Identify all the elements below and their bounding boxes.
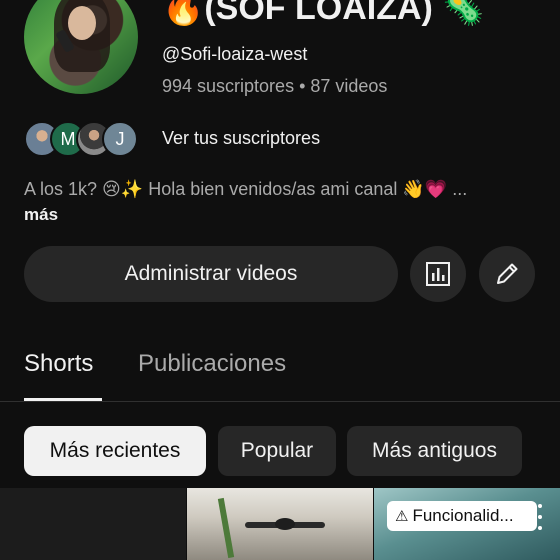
bar-chart-icon <box>426 262 450 286</box>
filter-chip-recent[interactable]: Más recientes <box>24 426 206 476</box>
tab-shorts[interactable]: Shorts <box>24 350 93 378</box>
channel-avatar[interactable] <box>24 0 138 94</box>
warning-icon: ⚠ <box>395 508 409 525</box>
description-more-link[interactable]: más <box>24 205 58 225</box>
tabs-divider <box>0 401 560 402</box>
filter-chip-popular[interactable]: Popular <box>218 426 336 476</box>
channel-description[interactable]: A los 1k? 😢✨ Hola bien venidos/as ami ca… <box>24 179 534 200</box>
short-thumbnail[interactable] <box>0 488 186 560</box>
filter-chip-oldest[interactable]: Más antiguos <box>347 426 522 476</box>
view-subscribers-link[interactable]: Ver tus suscriptores <box>162 128 320 149</box>
tab-posts[interactable]: Publicaciones <box>138 350 286 378</box>
manage-videos-button[interactable]: Administrar videos <box>24 246 398 302</box>
avatar-face <box>68 6 96 40</box>
thumbnail-plant <box>217 497 235 559</box>
short-thumbnail[interactable] <box>187 488 373 560</box>
thumbnail-fan-hub <box>275 518 295 530</box>
channel-handle: @Sofi-loaiza-west <box>162 44 308 64</box>
channel-title: 🔥(SOF LOAIZA) 🦠 <box>162 0 485 27</box>
analytics-button[interactable] <box>410 246 466 302</box>
restriction-badge[interactable]: ⚠ Funcionalid... <box>387 501 537 531</box>
subscriber-avatars[interactable]: M J <box>24 120 138 158</box>
more-options-icon[interactable] <box>534 504 546 530</box>
channel-stats: 994 suscriptores • 87 videos <box>162 76 388 96</box>
subscriber-avatar: J <box>102 121 138 157</box>
pencil-icon <box>497 263 518 284</box>
badge-label: Funcionalid... <box>412 506 514 525</box>
edit-channel-button[interactable] <box>479 246 535 302</box>
